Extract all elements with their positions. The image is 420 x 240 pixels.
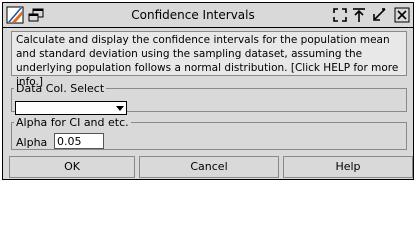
alpha-legend: Alpha for CI and etc.	[16, 116, 129, 129]
alpha-label: Alpha	[16, 136, 48, 149]
pin-top-icon[interactable]	[350, 6, 368, 24]
dialog-window: Confidence Intervals Calculate and displ…	[2, 2, 414, 180]
cancel-button[interactable]: Cancel	[139, 156, 279, 178]
minimize-icon[interactable]	[370, 6, 388, 24]
window-title: Confidence Intervals	[131, 8, 255, 22]
data-col-select-legend: Data Col. Select	[16, 82, 105, 95]
chevron-down-icon[interactable]	[115, 103, 125, 113]
titlebar: Confidence Intervals	[3, 3, 413, 28]
data-col-select-group: Data Col. Select	[11, 82, 407, 115]
java-icon[interactable]	[6, 6, 24, 24]
ok-button[interactable]: OK	[9, 156, 135, 178]
alpha-group: Alpha for CI and etc. Alpha	[11, 116, 407, 150]
data-col-dropdown[interactable]	[15, 101, 127, 115]
restore-window-icon[interactable]	[27, 6, 45, 24]
description-text: Calculate and display the confidence int…	[11, 31, 407, 88]
maximize-icon[interactable]	[331, 6, 349, 24]
help-button[interactable]: Help	[283, 156, 413, 178]
close-icon[interactable]	[393, 6, 411, 24]
alpha-input[interactable]	[54, 133, 104, 149]
